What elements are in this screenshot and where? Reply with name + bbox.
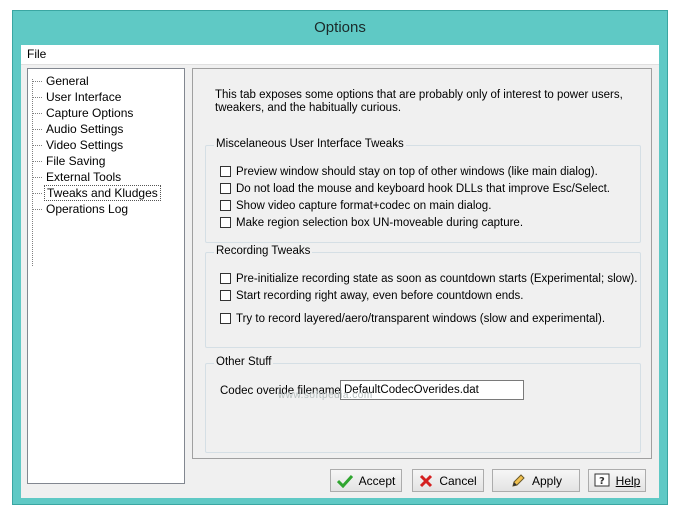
misc-ui-tweaks-group: Miscelaneous User Interface Tweaks Previ… (205, 138, 641, 243)
tree-item-video-settings[interactable]: Video Settings (32, 137, 125, 153)
checkbox-box[interactable] (220, 290, 231, 302)
recording-tweaks-group: Recording Tweaks Pre-initialize recordin… (205, 245, 641, 348)
checkbox-region-unmoveable[interactable]: Make region selection box UN-moveable du… (220, 217, 523, 231)
checkbox-show-format-codec[interactable]: Show video capture format+codec on main … (220, 200, 491, 214)
tree-item-tweaks-and-kludges[interactable]: Tweaks and Kludges (32, 185, 161, 201)
group-title: Recording Tweaks (214, 245, 313, 257)
help-icon: ? (594, 473, 610, 487)
checkbox-preinit-recording[interactable]: Pre-initialize recording state as soon a… (220, 273, 637, 287)
tree-item-file-saving[interactable]: File Saving (32, 153, 107, 169)
tree-item-capture-options[interactable]: Capture Options (32, 105, 135, 121)
options-window: Options File General User Interface Capt… (12, 10, 668, 505)
other-stuff-group: Other Stuff Codec overide filename: (205, 356, 641, 453)
tweaks-panel: This tab exposes some options that are p… (192, 68, 652, 459)
tree-item-external-tools[interactable]: External Tools (32, 169, 123, 185)
checkbox-box[interactable] (220, 166, 231, 178)
tree-item-audio-settings[interactable]: Audio Settings (32, 121, 125, 137)
accept-button[interactable]: Accept (330, 469, 402, 492)
checkbox-box[interactable] (220, 200, 231, 212)
tree-item-general[interactable]: General (32, 73, 91, 89)
tree-item-operations-log[interactable]: Operations Log (32, 201, 130, 217)
group-title: Miscelaneous User Interface Tweaks (214, 138, 406, 150)
checkmark-icon (336, 474, 353, 488)
checkbox-no-hook-dlls[interactable]: Do not load the mouse and keyboard hook … (220, 183, 610, 197)
client-area: File General User Interface Capture Opti… (21, 45, 659, 498)
watermark-text: www.softpedia.com (278, 390, 373, 401)
svg-text:?: ? (599, 476, 605, 487)
apply-button[interactable]: Apply (492, 469, 580, 492)
checkbox-layered-windows[interactable]: Try to record layered/aero/transparent w… (220, 313, 605, 327)
cross-icon (420, 474, 433, 487)
group-title: Other Stuff (214, 356, 274, 368)
window-title: Options (314, 19, 366, 36)
menu-bar: File (21, 45, 659, 65)
tree-item-user-interface[interactable]: User Interface (32, 89, 123, 105)
cancel-button[interactable]: Cancel (412, 469, 484, 492)
menu-file[interactable]: File (27, 47, 46, 61)
checkbox-preview-on-top[interactable]: Preview window should stay on top of oth… (220, 166, 598, 180)
pencil-icon (512, 473, 525, 487)
help-button[interactable]: ? Help (588, 469, 646, 492)
checkbox-start-right-away[interactable]: Start recording right away, even before … (220, 290, 523, 304)
settings-tree[interactable]: General User Interface Capture Options A… (27, 68, 185, 484)
checkbox-box[interactable] (220, 313, 231, 325)
checkbox-box[interactable] (220, 217, 231, 229)
checkbox-box[interactable] (220, 183, 231, 195)
checkbox-box[interactable] (220, 273, 231, 285)
intro-text: This tab exposes some options that are p… (215, 89, 623, 114)
